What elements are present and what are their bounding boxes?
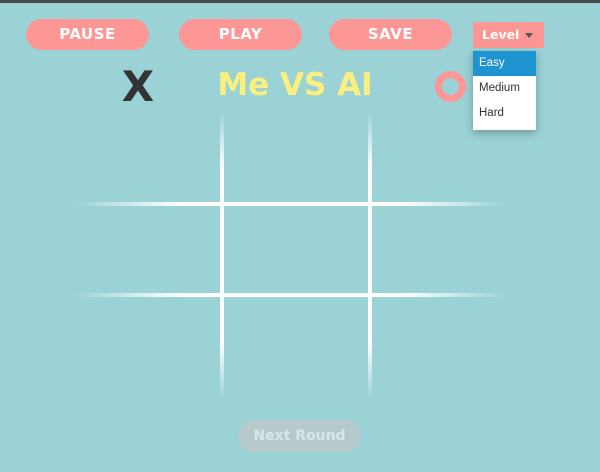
board-cell-5[interactable] [228,210,364,289]
grid-line-vertical-2 [368,110,372,400]
page-title: Me VS AI [217,67,373,103]
save-button[interactable]: SAVE [329,19,452,50]
pause-button[interactable]: PAUSE [26,19,149,50]
grid-line-horizontal-2 [72,293,510,297]
x-mark-icon: X [121,62,155,111]
board-cell-4[interactable] [80,210,216,289]
level-option-easy[interactable]: Easy [473,51,536,76]
board-cell-6[interactable] [376,210,510,289]
board-cell-1[interactable] [80,118,216,198]
next-round-button[interactable]: Next Round [238,420,361,452]
board-cell-2[interactable] [228,118,364,198]
grid-line-vertical-1 [220,110,224,400]
grid-line-horizontal-1 [72,202,510,206]
level-dropdown-label: Level [482,27,520,42]
play-button[interactable]: PLAY [179,19,302,50]
level-dropdown[interactable]: Level [473,22,544,48]
level-option-medium[interactable]: Medium [473,76,536,101]
board-cell-7[interactable] [80,301,216,393]
board-cell-9[interactable] [376,301,510,393]
o-ring-icon [435,71,466,102]
caret-down-icon [525,33,533,38]
board-cell-8[interactable] [228,301,364,393]
board-cell-3[interactable] [376,118,510,198]
window-top-border [0,0,600,3]
